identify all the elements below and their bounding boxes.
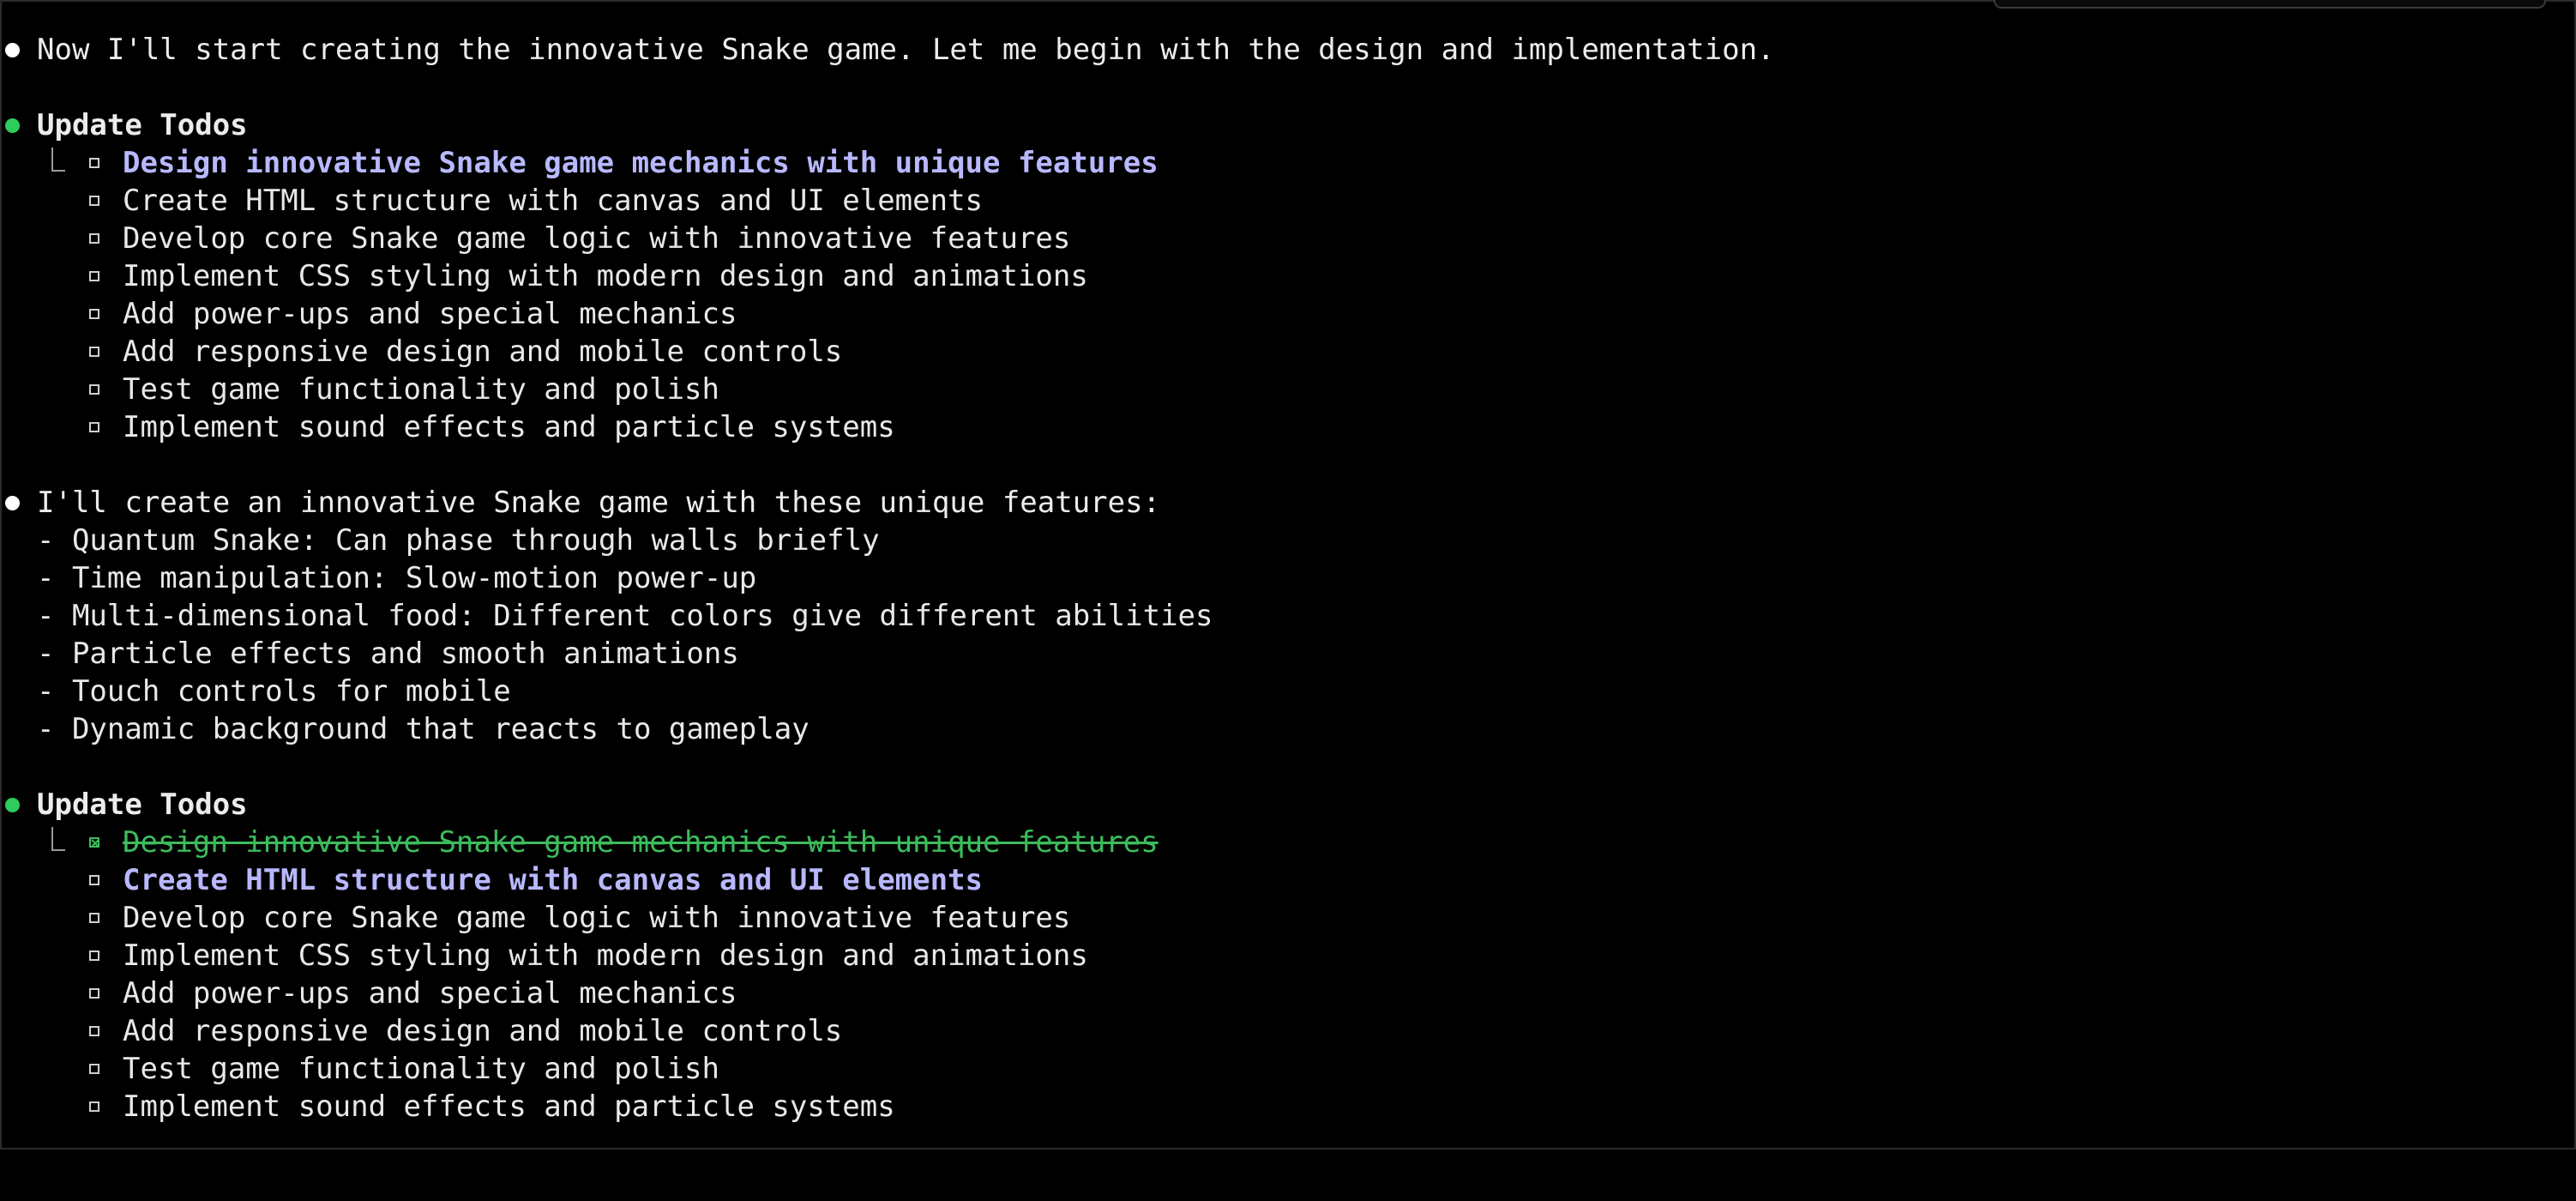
todo-label: Develop core Snake game logic with innov… [123,221,1071,256]
tool-bullet-icon [5,118,20,133]
todo-item: Test game functionality and polish [0,1050,719,1088]
message-text: Now I'll start creating the innovative S… [37,33,1775,67]
tree-connector-icon [51,827,65,851]
checkbox-icon [89,271,99,281]
todo-item: Implement CSS styling with modern design… [0,257,1088,295]
feature-line: - Time manipulation: Slow-motion power-u… [0,559,756,597]
tool-call-update-todos: Update Todos [0,786,248,824]
feature-text: - Touch controls for mobile [37,674,511,709]
todo-item: Test game functionality and polish [0,371,719,408]
todo-label: Test game functionality and polish [123,1052,719,1086]
feature-line: - Multi-dimensional food: Different colo… [0,597,1213,635]
todo-item: Develop core Snake game logic with innov… [0,899,1070,937]
tool-bullet-icon [5,798,20,812]
feature-line: - Particle effects and smooth animations [0,635,739,673]
tool-title: Update Todos [37,788,248,822]
checkbox-icon [89,913,99,923]
todo-item: Implement sound effects and particle sys… [0,1088,895,1126]
todo-item: Add responsive design and mobile control… [0,1012,842,1050]
checkbox-icon [89,422,99,432]
todo-item: Add power-ups and special mechanics [0,295,737,333]
tool-call-update-todos: Update Todos [0,106,248,144]
checkbox-icon [89,951,99,961]
feature-line: - Touch controls for mobile [0,673,511,710]
todo-label: Design innovative Snake game mechanics w… [123,825,1159,860]
todo-label: Test game functionality and polish [123,372,719,407]
checkbox-icon [89,158,99,168]
todo-item: Implement sound effects and particle sys… [0,408,895,446]
feature-text: - Particle effects and smooth animations [37,637,739,671]
todo-label: Create HTML structure with canvas and UI… [123,184,984,218]
todo-label: Develop core Snake game logic with innov… [123,901,1071,935]
checkbox-icon [89,1064,99,1074]
checkbox-icon [89,1026,99,1036]
checkbox-icon [89,384,99,395]
todo-label: Design innovative Snake game mechanics w… [123,146,1159,180]
checkbox-icon [89,988,99,999]
checkbox-icon [89,347,99,357]
todo-label: Add power-ups and special mechanics [123,976,737,1011]
todo-label: Implement sound effects and particle sys… [123,410,895,444]
checkbox-icon [89,196,99,206]
message-bullet-icon [5,43,20,57]
assistant-message-features: I'll create an innovative Snake game wit… [0,484,1160,522]
feature-text: - Multi-dimensional food: Different colo… [37,599,1213,633]
todo-item: Design innovative Snake game mechanics w… [0,824,1159,861]
input-box-edge [1994,0,2546,9]
todo-item: Implement CSS styling with modern design… [0,937,1088,975]
todo-item: Develop core Snake game logic with innov… [0,220,1070,257]
checkbox-icon [89,233,99,244]
message-bullet-icon [5,496,20,510]
tree-connector-icon [51,148,65,172]
todo-item: Create HTML structure with canvas and UI… [0,861,983,899]
checked-box-icon [89,837,99,848]
feature-line: - Quantum Snake: Can phase through walls… [0,522,880,559]
todo-label: Add responsive design and mobile control… [123,1014,843,1048]
todo-label: Implement CSS styling with modern design… [123,259,1088,293]
todo-item: Create HTML structure with canvas and UI… [0,182,983,220]
todo-item: Add power-ups and special mechanics [0,975,737,1012]
todo-label: Implement CSS styling with modern design… [123,938,1088,973]
todo-label: Create HTML structure with canvas and UI… [123,863,984,897]
todo-item: Design innovative Snake game mechanics w… [0,144,1159,182]
checkbox-icon [89,1101,99,1112]
tool-title: Update Todos [37,108,248,142]
feature-text: - Dynamic background that reacts to game… [37,712,810,746]
assistant-message-intro: Now I'll start creating the innovative S… [0,31,1775,69]
todo-label: Add responsive design and mobile control… [123,335,843,369]
message-text: I'll create an innovative Snake game wit… [37,486,1161,520]
todo-label: Add power-ups and special mechanics [123,297,737,331]
checkbox-icon [89,875,99,885]
todo-item: Add responsive design and mobile control… [0,333,842,371]
feature-text: - Time manipulation: Slow-motion power-u… [37,561,757,595]
feature-line: - Dynamic background that reacts to game… [0,710,810,748]
todo-label: Implement sound effects and particle sys… [123,1089,895,1124]
checkbox-icon [89,309,99,319]
feature-text: - Quantum Snake: Can phase through walls… [37,523,880,558]
